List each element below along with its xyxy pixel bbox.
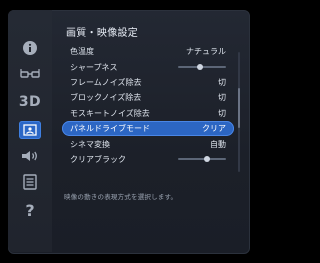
3d-icon[interactable]: 3D [8,88,52,116]
scrollbar-thumb[interactable] [238,88,240,128]
setting-value: 切 [218,108,226,118]
slider-knob[interactable] [204,156,211,163]
setting-label: シネマ変換 [70,139,110,149]
list-icon[interactable] [8,168,52,196]
sharpness-slider[interactable] [178,64,226,71]
setting-color-temperature[interactable]: 色温度 ナチュラル [62,44,234,59]
setting-value: 切 [218,77,226,87]
setting-label: シャープネス [70,62,118,72]
category-sidebar: 3D ? [8,10,52,252]
settings-list: 色温度 ナチュラル シャープネス フレームノイズ除去 切 ブロックノイズ除去 切… [62,44,234,167]
page-title: 画質・映像設定 [66,28,139,39]
setting-block-noise[interactable]: ブロックノイズ除去 切 [62,90,234,105]
glasses-icon[interactable] [8,60,52,88]
setting-clear-black[interactable]: クリアブラック [62,152,234,167]
setting-label: ブロックノイズ除去 [70,93,142,103]
setting-sharpness[interactable]: シャープネス [62,59,234,74]
speaker-icon[interactable] [8,142,52,170]
setting-value: ナチュラル [186,47,226,57]
help-label: ? [25,200,35,220]
3d-label: 3D [18,94,42,110]
help-text: 映像の動きの表現方式を選択します。 [64,193,178,201]
setting-value: 自動 [210,139,226,149]
setting-value: クリア [202,124,226,134]
info-icon[interactable] [8,34,52,62]
setting-panel-drive-mode[interactable]: パネルドライブモード クリア [62,120,234,137]
list-scrollbar[interactable] [238,52,240,172]
setting-label: パネルドライブモード [70,124,150,134]
setting-mosquito-noise[interactable]: モスキートノイズ除去 切 [62,106,234,121]
setting-label: クリアブラック [70,154,126,164]
slider-knob[interactable] [197,64,204,71]
clear-black-slider[interactable] [178,156,226,163]
setting-label: フレームノイズ除去 [70,77,142,87]
help-icon[interactable]: ? [8,196,52,224]
picture-icon[interactable] [8,116,52,144]
setting-label: モスキートノイズ除去 [70,108,150,118]
setting-label: 色温度 [70,47,94,57]
setting-value: 切 [218,93,226,103]
setting-cinema-conversion[interactable]: シネマ変換 自動 [62,136,234,151]
setting-frame-noise[interactable]: フレームノイズ除去 切 [62,75,234,90]
